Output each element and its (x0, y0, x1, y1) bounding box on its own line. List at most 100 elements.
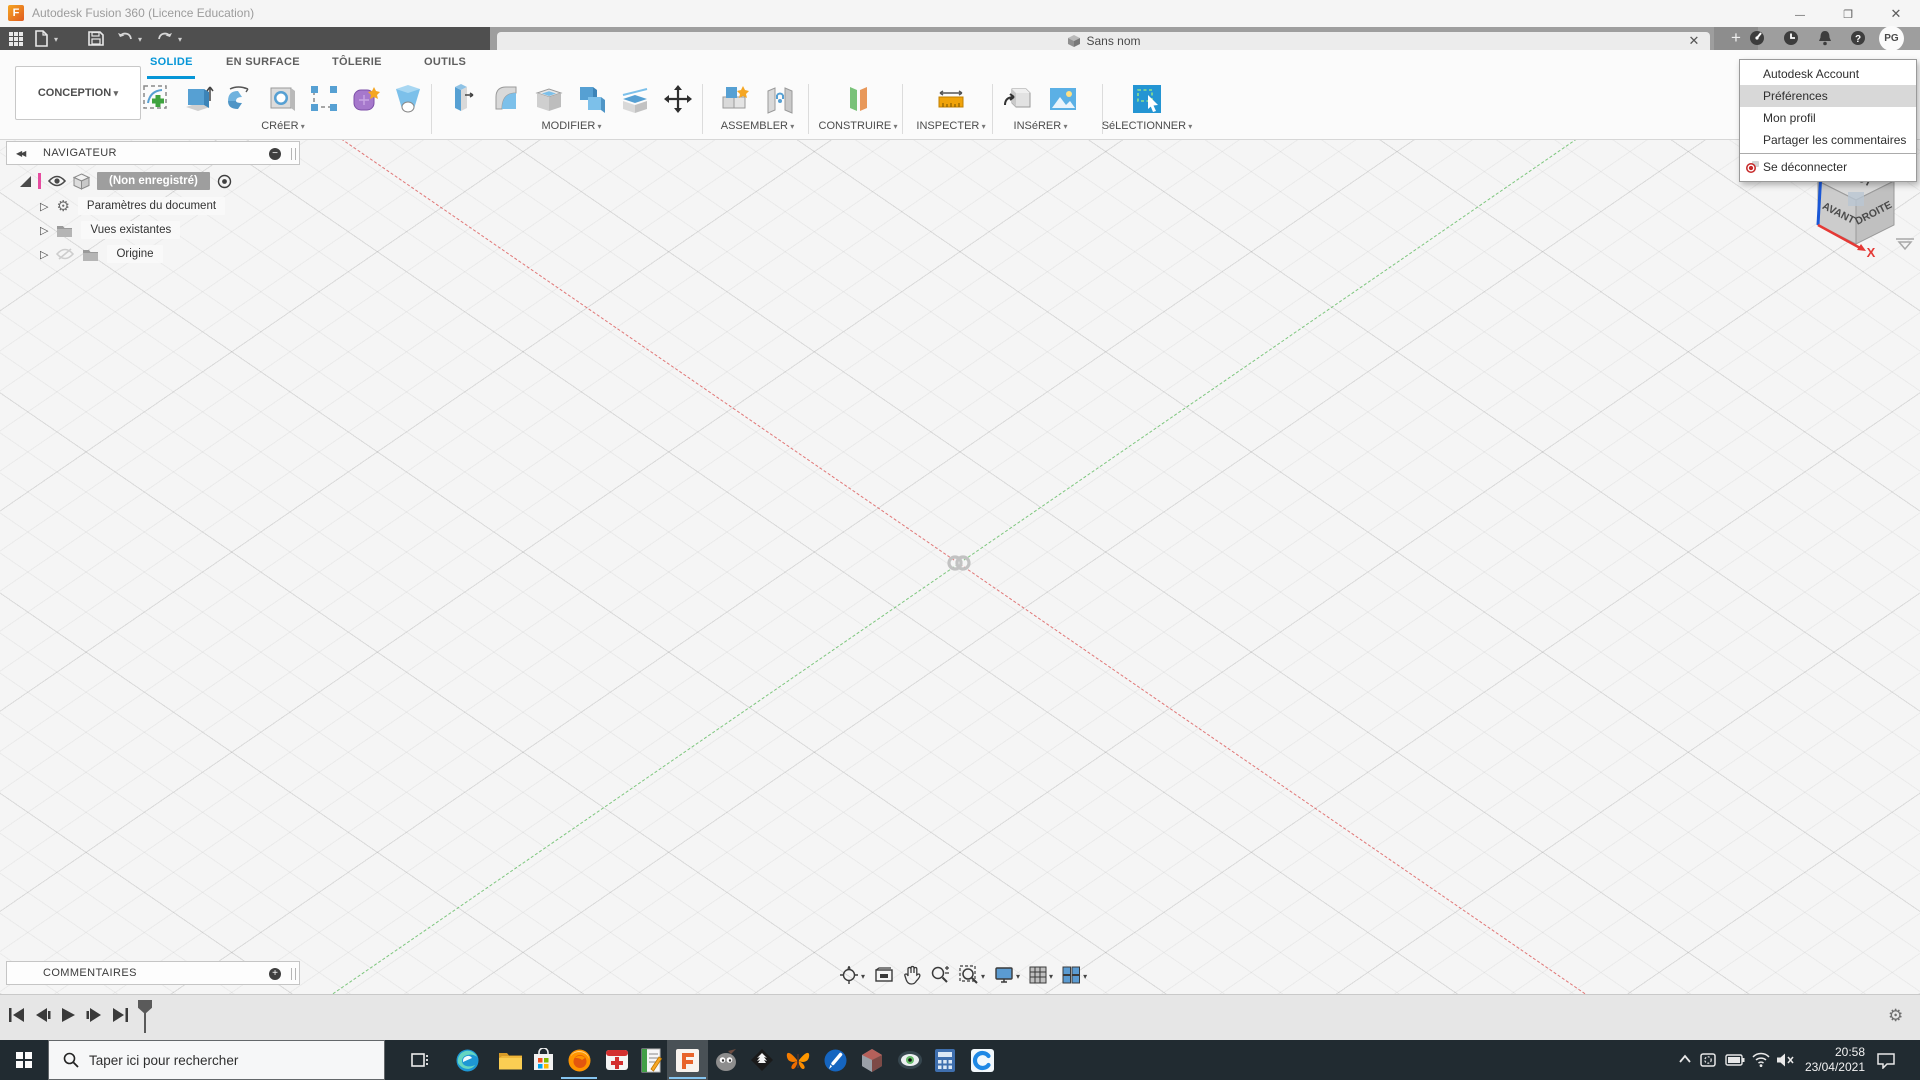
pattern-icon[interactable] (308, 83, 340, 115)
revolve-icon[interactable] (224, 83, 256, 115)
tablet-snip-icon[interactable] (1699, 1052, 1717, 1068)
menu-item-partager-commentaires[interactable]: Partager les commentaires (1740, 129, 1916, 151)
panel-grip-handle[interactable] (291, 968, 296, 980)
battery-icon[interactable] (1725, 1054, 1745, 1066)
tab-solide[interactable]: SOLIDE (150, 56, 193, 74)
search-input[interactable] (89, 1052, 359, 1068)
file-new-icon[interactable] (34, 30, 48, 47)
split-body-icon[interactable] (619, 83, 651, 115)
redo-icon[interactable] (156, 30, 174, 47)
new-component-icon[interactable] (719, 83, 751, 115)
combine-icon[interactable] (576, 83, 608, 115)
tab-tolerie[interactable]: TÔLERIE (332, 56, 382, 74)
shell-icon[interactable] (533, 83, 565, 115)
joint-icon[interactable] (764, 83, 796, 115)
document-tab-close-icon[interactable] (1686, 33, 1702, 49)
job-status-icon[interactable] (1747, 28, 1769, 50)
look-at-icon[interactable] (874, 966, 894, 984)
group-label-selectionner[interactable]: SéLECTIONNER (1102, 120, 1193, 132)
orbit-icon[interactable] (839, 965, 865, 985)
taskbar-icon-calculator[interactable] (925, 1040, 965, 1080)
go-to-start-button[interactable] (8, 1007, 25, 1023)
navigator-item-parametres[interactable]: ⚙ Paramètres du document (40, 195, 226, 217)
group-label-modifier[interactable]: MODIFIER (541, 120, 601, 132)
pan-hand-icon[interactable] (903, 965, 921, 985)
volume-muted-icon[interactable] (1776, 1052, 1795, 1068)
group-label-construire[interactable]: CONSTRUIRE (819, 120, 898, 132)
start-button[interactable] (0, 1040, 48, 1080)
minimize-button[interactable] (1778, 0, 1822, 27)
navigator-panel-header[interactable]: NAVIGATEUR − (6, 141, 300, 165)
taskbar-icon-butterfly[interactable] (778, 1040, 818, 1080)
collapsed-triangle-icon[interactable] (40, 200, 48, 213)
minus-circle-icon[interactable]: − (269, 148, 281, 160)
undo-icon[interactable] (116, 30, 134, 47)
taskbar-icon-edge[interactable] (447, 1040, 487, 1080)
workspace-selector-button[interactable]: CONCEPTION (15, 66, 141, 120)
press-pull-icon[interactable] (447, 83, 479, 115)
menu-item-mon-profil[interactable]: Mon profil (1740, 107, 1916, 129)
update-history-icon[interactable] (1781, 28, 1803, 50)
construction-plane-icon[interactable] (842, 83, 874, 115)
account-avatar[interactable]: PG (1879, 26, 1904, 51)
select-icon[interactable] (1131, 83, 1163, 115)
insert-image-icon[interactable] (1047, 83, 1079, 115)
document-tab[interactable]: Sans nom (497, 32, 1710, 50)
taskbar-clock[interactable]: 20:58 23/04/2021 (1795, 1045, 1865, 1075)
panel-grip-handle[interactable] (291, 148, 296, 160)
help-icon[interactable]: ? (1848, 28, 1870, 50)
origin-marker[interactable] (945, 555, 973, 571)
comments-panel-header[interactable]: COMMENTAIRES + (6, 961, 300, 985)
fillet-icon[interactable] (490, 83, 522, 115)
zoom-icon[interactable] (930, 965, 950, 985)
tab-outils[interactable]: OUTILS (424, 56, 466, 74)
visibility-eye-icon[interactable] (48, 175, 66, 187)
notifications-bell-icon[interactable] (1815, 28, 1837, 50)
task-view-button[interactable] (400, 1040, 440, 1080)
tree-item-label[interactable]: Paramètres du document (77, 197, 226, 215)
taskbar-icon-cura[interactable] (962, 1040, 1002, 1080)
step-back-button[interactable] (35, 1007, 51, 1023)
menu-item-autodesk-account[interactable]: Autodesk Account (1740, 63, 1916, 85)
tree-item-label[interactable]: Vues existantes (81, 221, 181, 239)
wifi-icon[interactable] (1752, 1052, 1770, 1068)
create-sketch-icon[interactable] (140, 83, 172, 115)
collapsed-triangle-icon[interactable] (40, 248, 48, 261)
group-label-creer[interactable]: CRéER (261, 120, 305, 132)
taskbar-icon-polyhedron[interactable] (852, 1040, 892, 1080)
group-label-inspecter[interactable]: INSPECTER (916, 120, 985, 132)
root-document-label[interactable]: (Non enregistré) (97, 172, 210, 190)
viewport-3d[interactable]: NAVIGATEUR − (Non enregistré) ⚙ Paramètr… (0, 140, 1920, 994)
taskbar-icon-firefox[interactable] (559, 1040, 599, 1080)
navigator-item-vues[interactable]: Vues existantes (40, 219, 181, 241)
plus-circle-icon[interactable]: + (269, 968, 281, 980)
collapse-panel-icon[interactable] (16, 149, 24, 158)
go-to-end-button[interactable] (112, 1007, 129, 1023)
create-form-icon[interactable] (350, 83, 382, 115)
navigator-root-row[interactable]: (Non enregistré) (20, 170, 232, 192)
taskbar-icon-fusion-360[interactable] (667, 1040, 707, 1080)
window-zoom-icon[interactable] (959, 965, 985, 985)
activate-radio-icon[interactable] (217, 174, 232, 189)
close-button[interactable] (1874, 0, 1918, 27)
expanded-triangle-icon[interactable] (20, 175, 31, 187)
measure-icon[interactable] (935, 83, 967, 115)
viewports-icon[interactable] (1062, 966, 1087, 984)
taskbar-icon-gimp[interactable] (706, 1040, 746, 1080)
tab-en-surface[interactable]: EN SURFACE (226, 56, 300, 74)
collapsed-triangle-icon[interactable] (40, 224, 48, 237)
insert-derive-icon[interactable] (1002, 83, 1034, 115)
app-launcher-grid-icon[interactable] (8, 30, 24, 47)
grid-settings-icon[interactable] (1029, 966, 1053, 984)
restore-button[interactable] (1826, 0, 1870, 27)
group-label-assembler[interactable]: ASSEMBLER (721, 120, 795, 132)
step-forward-button[interactable] (86, 1007, 102, 1023)
menu-item-preferences[interactable]: Préférences (1740, 85, 1916, 107)
hole-icon[interactable] (266, 83, 298, 115)
hidden-icons-chevron[interactable] (1678, 1053, 1692, 1065)
taskbar-icon-store[interactable] (523, 1040, 563, 1080)
move-icon[interactable] (662, 83, 694, 115)
taskbar-icon-inkscape[interactable] (742, 1040, 782, 1080)
display-settings-icon[interactable] (994, 966, 1020, 984)
timeline-gear-icon[interactable] (1888, 1006, 1903, 1026)
